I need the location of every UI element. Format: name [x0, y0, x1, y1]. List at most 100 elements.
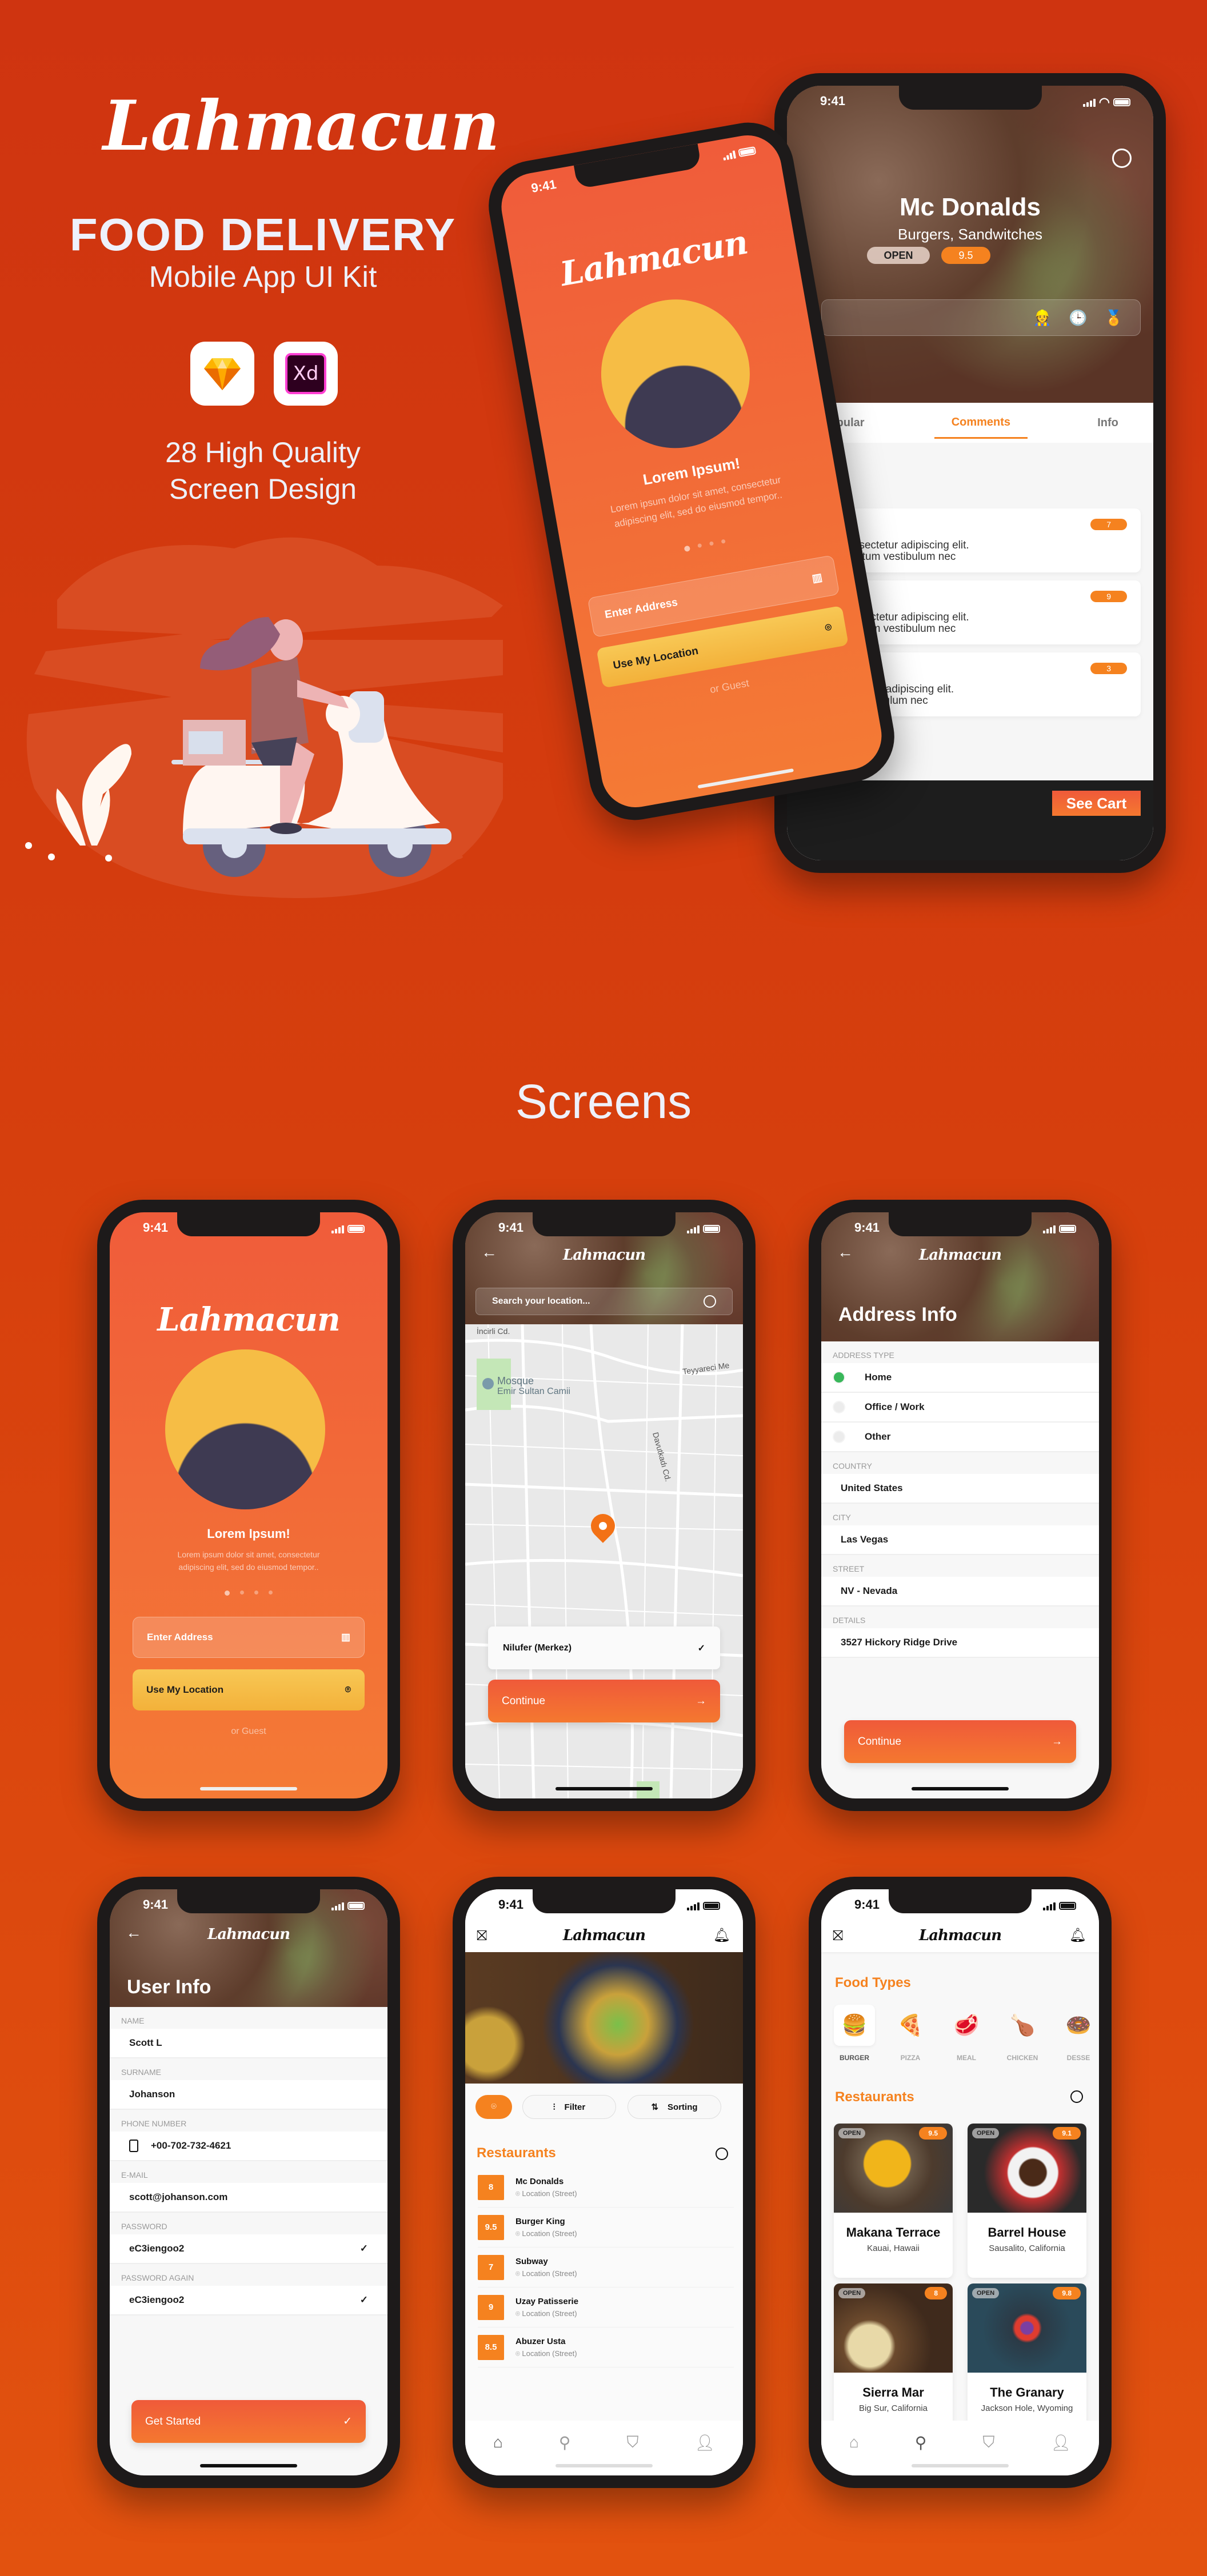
- restaurant-card[interactable]: OPEN 9.8 The Granary Jackson Hole, Wyoming: [968, 2283, 1086, 2438]
- email-field[interactable]: scott@johanson.com: [110, 2183, 387, 2213]
- restaurant-row[interactable]: 8.5 Abuzer Usta ⌾ Location (Street): [478, 2327, 734, 2367]
- check-icon: ✓: [697, 1643, 705, 1653]
- map-icon: ▥: [811, 571, 824, 585]
- restaurant-row[interactable]: 9 Uzay Patisserie ⌾ Location (Street): [478, 2287, 734, 2327]
- search-icon[interactable]: [1112, 149, 1132, 168]
- tab-info[interactable]: Info: [1097, 416, 1118, 430]
- restaurant-row[interactable]: 9.5 Burger King ⌾ Location (Street): [478, 2208, 734, 2248]
- sliders-icon: ⫶: [553, 2102, 555, 2112]
- signal-icon: [331, 1901, 344, 1910]
- password-again-field[interactable]: eC3iengoo2 ✓: [110, 2286, 387, 2315]
- location-pin-icon: ⌾: [515, 2229, 522, 2238]
- profile-icon[interactable]: 👤︎: [1050, 2433, 1071, 2452]
- notch: [898, 86, 1042, 110]
- food-type-icon: 🍔: [834, 2005, 875, 2046]
- signal-icon: [687, 1901, 700, 1910]
- phone-address-info: 9:41 ← Lahmacun Address Info ADDRESS TYP…: [809, 1200, 1112, 1811]
- battery-icon: [703, 1225, 720, 1233]
- password-field[interactable]: eC3iengoo2 ✓: [110, 2234, 387, 2264]
- mosque-pin-icon: [482, 1378, 494, 1389]
- food-type-pizza[interactable]: 🍕 PIZZA: [890, 2005, 931, 2062]
- food-type-chicken[interactable]: 🍗 CHICKEN: [1002, 2005, 1043, 2062]
- search-tab-icon[interactable]: ⚲: [915, 2433, 927, 2452]
- signal-icon: [1043, 1901, 1056, 1910]
- country-field[interactable]: United States: [821, 1474, 1099, 1504]
- phone-field[interactable]: +00-702-732-4621: [110, 2132, 387, 2161]
- page-dots: [110, 1591, 387, 1596]
- location-search-input[interactable]: Search your location...: [475, 1288, 733, 1315]
- restaurant-location: Location (Street): [522, 2189, 577, 2198]
- restaurant-card[interactable]: OPEN 8 Sierra Mar Big Sur, California: [834, 2283, 953, 2438]
- search-tab-icon[interactable]: ⚲: [559, 2433, 571, 2452]
- xd-icon: Xd: [274, 342, 338, 406]
- profile-icon[interactable]: 👤︎: [694, 2433, 715, 2452]
- use-my-location-button[interactable]: Use My Location ⌾: [133, 1669, 365, 1710]
- search-icon[interactable]: [716, 2148, 728, 2160]
- signal-icon: [1082, 98, 1096, 107]
- poi-type: Mosque: [497, 1375, 534, 1387]
- map-screen: 9:41 ← Lahmacun Search your location... …: [465, 1212, 743, 1798]
- selected-location[interactable]: Nilufer (Merkez) ✓: [488, 1626, 720, 1669]
- guest-link[interactable]: or Guest: [110, 1726, 387, 1737]
- street-label: İncirli Cd.: [477, 1327, 510, 1336]
- restaurant-name: Barrel House: [988, 2225, 1066, 2240]
- home-indicator: [200, 2464, 297, 2467]
- hero-brand-logo: Lahmacun: [103, 86, 500, 166]
- battery-icon: [347, 1225, 365, 1233]
- wifi-icon: ◠: [1098, 95, 1110, 109]
- radio-home[interactable]: Home: [821, 1363, 1099, 1393]
- street-field[interactable]: NV - Nevada: [821, 1577, 1099, 1607]
- bell-icon[interactable]: 🔔︎: [1069, 1927, 1086, 1944]
- restaurant-location: Location (Street): [522, 2349, 577, 2358]
- food-type-meal[interactable]: 🥩 MEAL: [946, 2005, 987, 2062]
- bag-icon[interactable]: ⛉: [626, 2433, 638, 2452]
- open-badge: OPEN: [972, 2288, 1000, 2298]
- see-cart-button[interactable]: See Cart: [1052, 791, 1141, 816]
- filter-button[interactable]: ⫶ Filter: [522, 2095, 616, 2119]
- onboarding-body: Lorem ipsum dolor sit amet, consectetur a…: [177, 1550, 320, 1572]
- restaurant-card[interactable]: OPEN 9.1 Barrel House Sausalito, California: [968, 2124, 1086, 2278]
- continue-button[interactable]: Continue →: [488, 1680, 720, 1722]
- bell-icon[interactable]: 🔔︎: [713, 1927, 730, 1944]
- name-field[interactable]: Scott L: [110, 2029, 387, 2058]
- restaurant-card[interactable]: OPEN 9.5 Makana Terrace Kauai, Hawaii: [834, 2124, 953, 2278]
- radio-selected: [833, 1371, 845, 1384]
- 24-hours-icon: 🕒: [1069, 309, 1088, 326]
- page-title: Address Info: [838, 1304, 957, 1325]
- brand-logo: Lahmacun: [562, 1247, 646, 1264]
- sketch-icon: [190, 342, 254, 406]
- bag-icon[interactable]: ⛉: [982, 2433, 994, 2452]
- open-badge: OPEN: [972, 2128, 1000, 2138]
- food-type-desse[interactable]: 🍩 DESSE: [1058, 2005, 1099, 2062]
- food-types-heading: Food Types: [835, 1975, 911, 1990]
- sorting-button[interactable]: ⇅ Sorting: [628, 2095, 721, 2119]
- details-field[interactable]: 3527 Hickory Ridge Drive: [821, 1628, 1099, 1658]
- surname-field[interactable]: Johanson: [110, 2080, 387, 2110]
- home-indicator: [912, 1787, 1009, 1790]
- food-type-icon: 🍩: [1058, 2005, 1099, 2046]
- notch: [533, 1212, 676, 1236]
- home-icon[interactable]: ⌂: [849, 2433, 859, 2451]
- city-field[interactable]: Las Vegas: [821, 1525, 1099, 1555]
- brand-logo: Lahmacun: [918, 1247, 1002, 1264]
- search-icon[interactable]: [1070, 2090, 1083, 2103]
- radio-other[interactable]: Other: [821, 1423, 1099, 1452]
- food-type-burger[interactable]: 🍔 BURGER: [834, 2005, 875, 2062]
- home-icon[interactable]: ⌂: [493, 2433, 503, 2451]
- sort-icon: ⇅: [651, 2102, 659, 2112]
- tab-comments[interactable]: Comments: [934, 416, 1028, 439]
- brand-logo: Lahmacun: [562, 1927, 646, 1944]
- section-title: Screens: [515, 1075, 692, 1128]
- get-started-button[interactable]: Get Started ✓: [131, 2400, 366, 2443]
- restaurant-location: Big Sur, California: [858, 2403, 928, 2413]
- address-type-label: ADDRESS TYPE: [821, 1341, 1099, 1363]
- enter-address-input[interactable]: Enter Address ▥: [133, 1617, 365, 1658]
- radio-office[interactable]: Office / Work: [821, 1393, 1099, 1423]
- check-icon: ✓: [359, 2243, 368, 2254]
- location-filter-button[interactable]: ⌾: [475, 2095, 512, 2119]
- score-badge: 9: [478, 2294, 504, 2320]
- continue-button[interactable]: Continue →: [844, 1720, 1076, 1763]
- battery-icon: [1059, 1902, 1076, 1910]
- restaurant-row[interactable]: 8 Mc Donalds ⌾ Location (Street): [478, 2168, 734, 2208]
- restaurant-row[interactable]: 7 Subway ⌾ Location (Street): [478, 2248, 734, 2287]
